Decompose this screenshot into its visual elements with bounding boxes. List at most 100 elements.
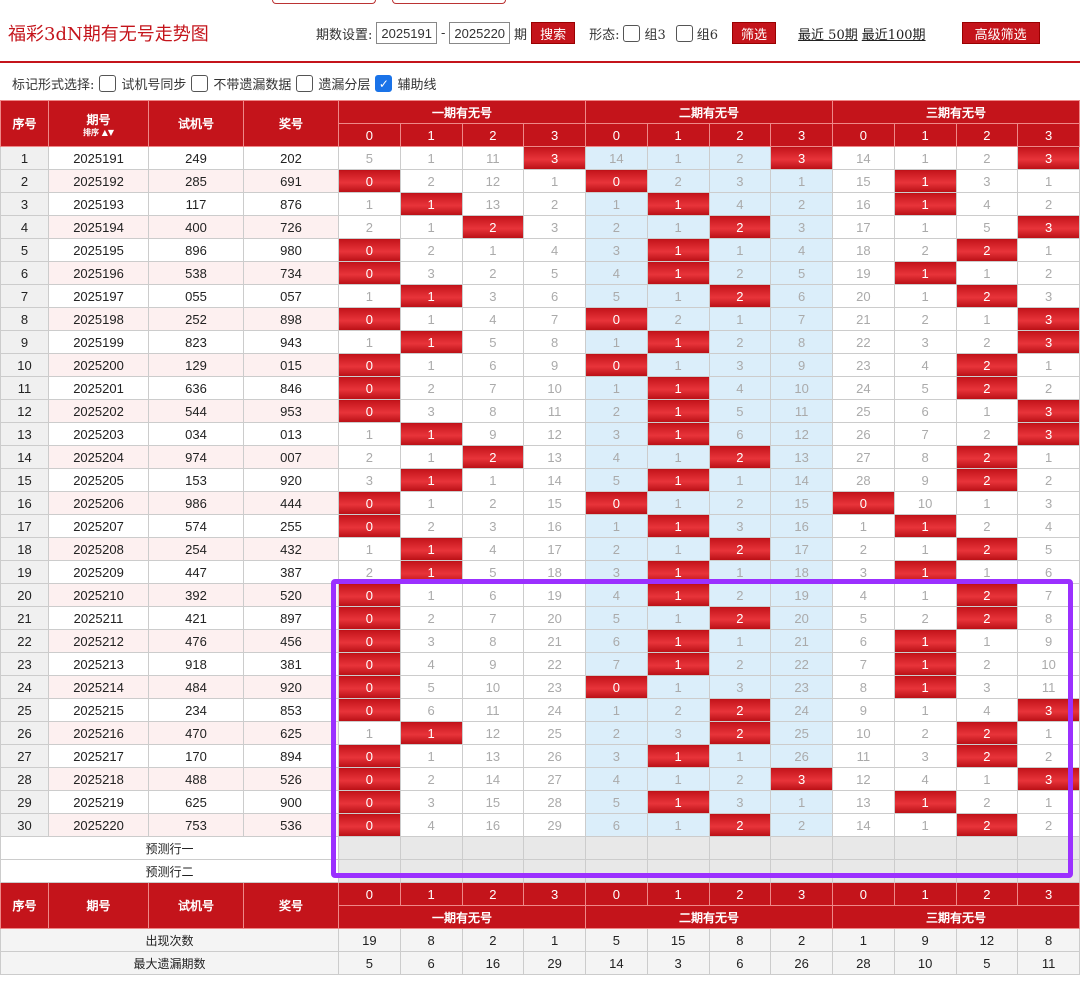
prediction-cell[interactable] [955, 836, 1019, 860]
prediction-cell[interactable] [399, 836, 463, 860]
period-to-input[interactable]: 2025220 [449, 22, 511, 44]
omission-cell: 4 [955, 698, 1019, 722]
table-row: 7 2025197 055 057 1 1 3 6 5 1 2 6 20 1 2 3 [0, 284, 1080, 308]
omission-cell: 2 [955, 330, 1019, 354]
omission-cell: 13 [461, 192, 525, 216]
prediction-cell[interactable] [708, 859, 772, 883]
table-row: 5 2025195 896 980 0 2 1 4 3 1 1 4 18 2 2 1 [0, 238, 1080, 262]
omission-cell: 26 [770, 744, 833, 768]
option-checkbox[interactable] [191, 75, 209, 92]
omission-cell: 4 [708, 192, 772, 216]
prediction-cell[interactable] [708, 836, 772, 860]
seq-cell: 1 [0, 146, 49, 170]
option-checkbox[interactable]: ✓ [375, 75, 393, 92]
omission-cell: 2 [399, 606, 463, 630]
omission-cell: 18 [770, 560, 833, 584]
sort-icon[interactable]: 排序 ▲▼ [50, 128, 148, 136]
prediction-cell[interactable] [770, 836, 833, 860]
omission-cell: 13 [832, 790, 895, 814]
prediction-cell[interactable] [1017, 859, 1080, 883]
digit-header: 1 [399, 882, 463, 906]
omission-cell: 1 [399, 744, 463, 768]
prediction-cell[interactable] [585, 836, 648, 860]
seq-cell: 9 [0, 330, 49, 354]
search-button[interactable]: 搜索 [531, 22, 576, 44]
prediction-cell[interactable] [832, 859, 895, 883]
footer-header-row: 序号 期号 试机号 奖号 0 1 2 3 0 1 2 3 0 1 2 3 [0, 882, 1080, 929]
hit-cell: 2 [955, 744, 1019, 768]
digit-header: 1 [646, 123, 710, 147]
omission-cell: 1 [955, 307, 1019, 331]
test-number-cell: 470 [148, 721, 244, 745]
option-checkbox[interactable] [296, 75, 314, 92]
omission-cell: 2 [338, 560, 401, 584]
omission-cell: 4 [585, 583, 648, 607]
omission-cell: 2 [893, 721, 957, 745]
omission-cell: 1 [338, 330, 401, 354]
digit-header: 2 [708, 882, 772, 906]
prediction-cell[interactable] [955, 859, 1019, 883]
stat-cell: 1 [832, 928, 895, 952]
omission-cell: 3 [832, 560, 895, 584]
omission-cell: 2 [893, 307, 957, 331]
prediction-cell[interactable] [399, 859, 463, 883]
omission-cell: 2 [585, 721, 648, 745]
recent-50-link[interactable]: 最近 50期 [798, 24, 858, 43]
prediction-cell[interactable] [1017, 836, 1080, 860]
prediction-cell[interactable] [461, 859, 525, 883]
period-cell: 2025191 [48, 146, 149, 170]
omission-cell: 1 [646, 445, 710, 469]
prediction-cell[interactable] [523, 859, 586, 883]
col-period-header[interactable]: 期号 排序 ▲▼ [48, 100, 149, 147]
prediction-cell[interactable] [646, 859, 710, 883]
prediction-cell[interactable] [893, 859, 957, 883]
test-number-cell: 234 [148, 698, 244, 722]
period-cell: 2025204 [48, 445, 149, 469]
period-cell: 2025216 [48, 721, 149, 745]
omission-cell: 9 [461, 652, 525, 676]
omission-cell: 1 [893, 215, 957, 239]
omission-cell: 2 [399, 376, 463, 400]
stat-cell: 8 [1017, 928, 1080, 952]
draw-number-cell: 726 [243, 215, 339, 239]
seq-cell: 23 [0, 652, 49, 676]
recent-100-link[interactable]: 最近100期 [862, 24, 926, 43]
draw-number-cell: 853 [243, 698, 339, 722]
prediction-cell[interactable] [770, 859, 833, 883]
prediction-cell[interactable] [585, 859, 648, 883]
test-number-cell: 249 [148, 146, 244, 170]
omission-cell: 5 [399, 675, 463, 699]
prediction-cell[interactable] [893, 836, 957, 860]
hit-cell: 1 [399, 284, 463, 308]
seq-cell: 29 [0, 790, 49, 814]
draw-number-cell: 444 [243, 491, 339, 515]
omission-cell: 14 [523, 468, 586, 492]
omission-cell: 13 [770, 445, 833, 469]
prediction-cell[interactable] [461, 836, 525, 860]
prediction-cell[interactable] [646, 836, 710, 860]
omission-cell: 2 [955, 514, 1019, 538]
hit-cell: 1 [399, 192, 463, 216]
prediction-cell[interactable] [338, 859, 401, 883]
table-row: 26 2025216 470 625 1 1 12 25 2 3 2 25 10 2 2 1 [0, 721, 1080, 745]
prediction-cell[interactable] [338, 836, 401, 860]
omission-cell: 2 [893, 238, 957, 262]
omission-cell: 1 [646, 537, 710, 561]
digit-header: 3 [523, 882, 586, 906]
omission-cell: 7 [832, 652, 895, 676]
omission-cell: 2 [955, 790, 1019, 814]
draw-number-cell: 625 [243, 721, 339, 745]
advanced-filter-button[interactable]: 高级筛选 [961, 22, 1040, 44]
filter-button[interactable]: 筛选 [732, 22, 777, 44]
period-from-input[interactable]: 2025191 [376, 22, 438, 44]
prediction-cell[interactable] [523, 836, 586, 860]
omission-cell: 1 [893, 583, 957, 607]
omission-cell: 11 [523, 399, 586, 423]
stat-cell: 29 [523, 951, 586, 975]
option-checkbox[interactable] [99, 75, 117, 92]
prediction-cell[interactable] [832, 836, 895, 860]
group6-checkbox[interactable] [675, 24, 693, 42]
test-number-cell: 055 [148, 284, 244, 308]
group3-checkbox[interactable] [623, 24, 641, 42]
period-cell: 2025214 [48, 675, 149, 699]
